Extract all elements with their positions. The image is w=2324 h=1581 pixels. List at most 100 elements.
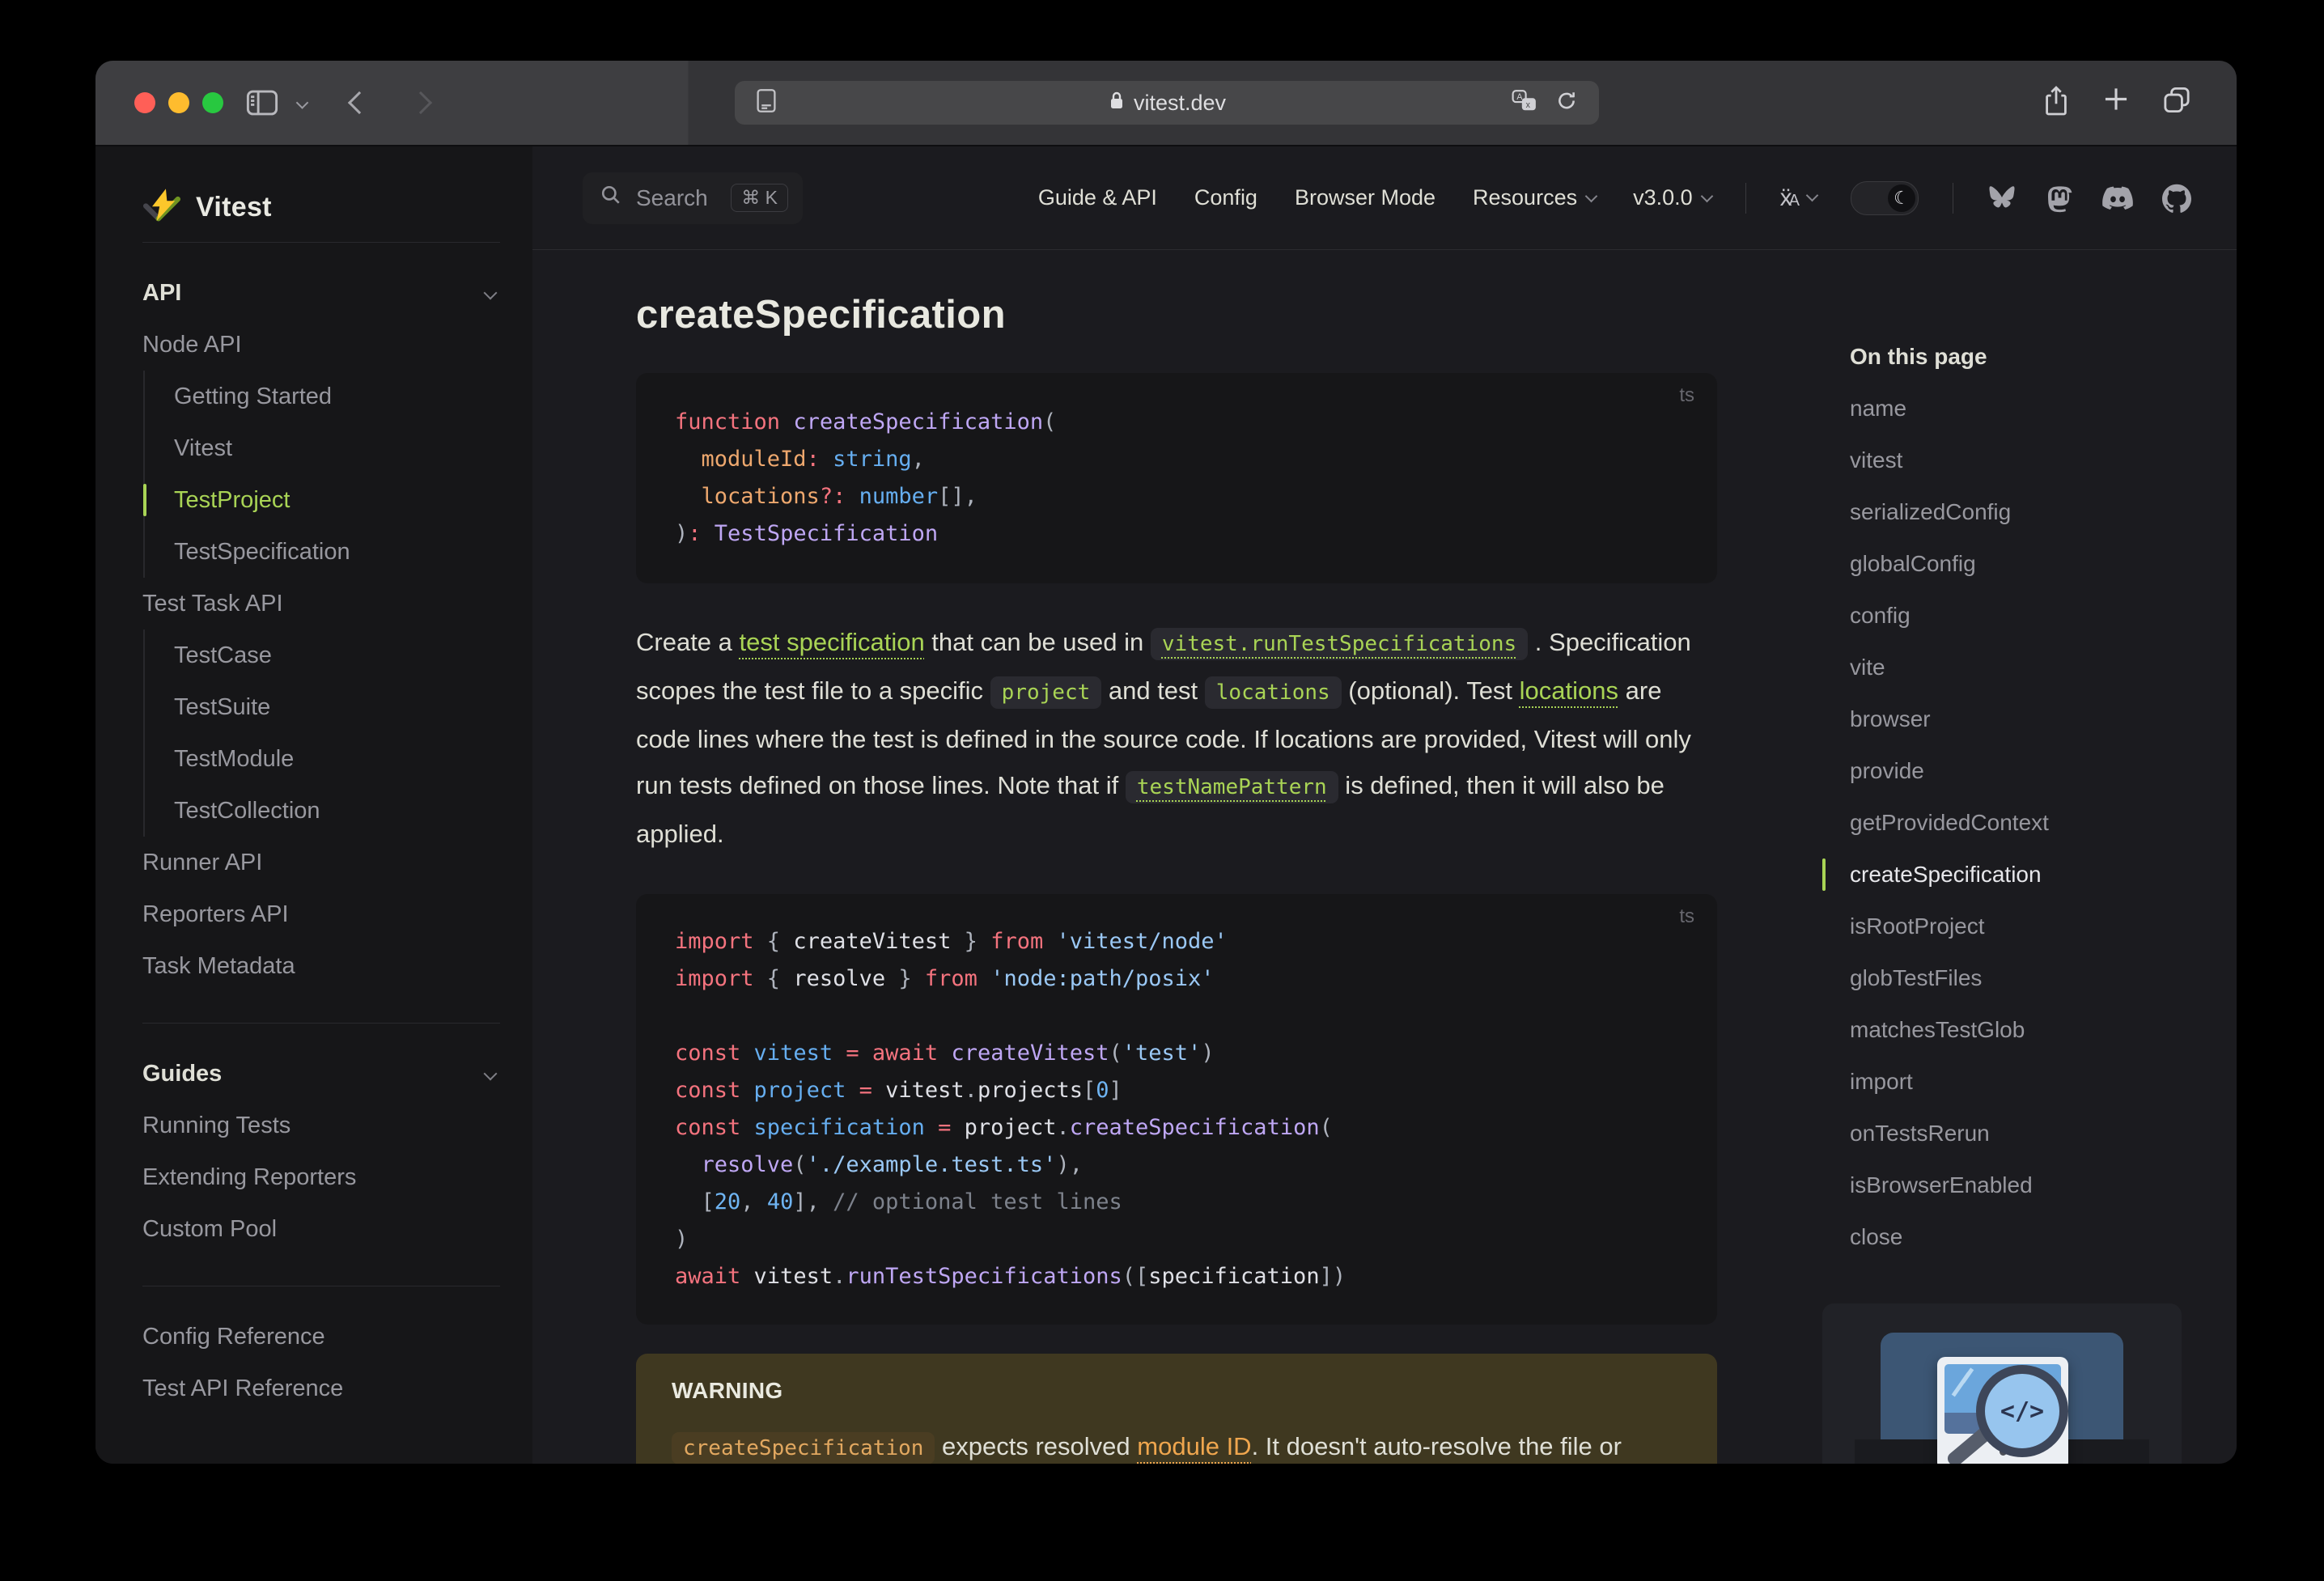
sidebar-item-task-metadata[interactable]: Task Metadata <box>142 940 532 992</box>
sidebar-item-reporters-api[interactable]: Reporters API <box>142 888 532 940</box>
sidebar-toggle-icon[interactable] <box>246 89 278 117</box>
code-lang-label: ts <box>1679 384 1694 406</box>
text-run: and test <box>1101 676 1205 705</box>
sidebar-item-testsuite[interactable]: TestSuite <box>143 681 532 733</box>
sidebar-item-testcase[interactable]: TestCase <box>143 629 532 681</box>
outline-item-vitest[interactable]: vitest <box>1822 434 2188 486</box>
sidebar-item-getting-started[interactable]: Getting Started <box>143 371 532 422</box>
sidebar-item-test-api-reference[interactable]: Test API Reference <box>142 1363 532 1414</box>
nav-item-label: Guide & API <box>1037 185 1157 210</box>
outline-item-config[interactable]: config <box>1822 590 2188 642</box>
mastodon-icon[interactable] <box>2046 184 2073 213</box>
outline-item-close[interactable]: close <box>1822 1211 2188 1263</box>
browser-window: vitest.dev A x Vitest API Node API Getti… <box>95 61 2237 1464</box>
outline-item-import[interactable]: import <box>1822 1056 2188 1108</box>
vitest-logo[interactable]: Vitest <box>142 179 532 235</box>
sidebar-section-api[interactable]: API <box>142 267 532 319</box>
sidebar-item-testproject[interactable]: TestProject <box>143 474 532 526</box>
sidebar-item-testspecification[interactable]: TestSpecification <box>143 526 532 578</box>
nav-item-config[interactable]: Config <box>1194 185 1257 210</box>
dark-mode-toggle[interactable]: ☾ <box>1851 180 1919 215</box>
sidebar-chevron-icon[interactable] <box>295 96 309 109</box>
inline-link[interactable]: module ID <box>1137 1432 1251 1460</box>
code-line: moduleId: string, <box>701 447 925 472</box>
inline-code[interactable]: locations <box>1204 676 1342 709</box>
browser-toolbar: vitest.dev A x <box>95 61 2237 145</box>
outline-item-isbrowserenabled[interactable]: isBrowserEnabled <box>1822 1159 2188 1211</box>
sidebar-item-node-api[interactable]: Node API <box>142 319 532 371</box>
sidebar-item-extending-reporters[interactable]: Extending Reporters <box>142 1151 532 1203</box>
outline-items: name vitest serializedConfig globalConfig co… <box>1822 383 2188 1263</box>
text-run: (optional). Test <box>1341 676 1520 705</box>
github-icon[interactable] <box>2162 184 2191 213</box>
outline-item-getprovidedcontext[interactable]: getProvidedContext <box>1822 797 2188 849</box>
discord-icon[interactable] <box>2102 185 2133 210</box>
sidebar-item-testmodule[interactable]: TestModule <box>143 733 532 785</box>
lock-icon <box>1108 90 1126 117</box>
inline-link[interactable]: vitest.runTestSpecifications <box>1150 628 1529 660</box>
sidebar-item-test-task-api[interactable]: Test Task API <box>142 578 532 629</box>
close-window-button[interactable] <box>134 92 155 113</box>
text-run: that can be used in <box>924 628 1151 656</box>
nav-item-guide-api[interactable]: Guide & API <box>1038 185 1157 210</box>
inline-code[interactable]: createSpecification <box>672 1432 935 1464</box>
magnifier-code-icon: </> <box>1976 1365 2068 1457</box>
outline-item-vite[interactable]: vite <box>1822 642 2188 693</box>
search-shortcut: ⌘ K <box>731 184 788 212</box>
outline-item-name[interactable]: name <box>1822 383 2188 434</box>
doc-sidebar: Vitest API Node API Getting Started Vitest T… <box>95 146 532 1464</box>
outline-item-globtestfiles[interactable]: globTestFiles <box>1822 952 2188 1004</box>
minimize-window-button[interactable] <box>168 92 189 113</box>
nav-item-label: v3.0.0 <box>1633 185 1693 210</box>
back-icon[interactable] <box>347 91 371 115</box>
code-line: import { resolve } from 'node:path/posix… <box>675 966 1215 991</box>
search-button[interactable]: Search ⌘ K <box>583 172 803 224</box>
sidebar-item-running-tests[interactable]: Running Tests <box>142 1100 532 1151</box>
nav-item-v3-0-0[interactable]: v3.0.0 <box>1633 185 1713 210</box>
nav-item-browser-mode[interactable]: Browser Mode <box>1295 185 1436 210</box>
sidebar-item-custom-pool[interactable]: Custom Pool <box>142 1203 532 1255</box>
inline-link[interactable]: test specification <box>740 628 925 656</box>
address-bar[interactable]: vitest.dev A x <box>735 81 1599 125</box>
tab-overview-icon[interactable] <box>2162 86 2191 121</box>
sidebar-section-guides[interactable]: Guides <box>142 1048 532 1100</box>
outline-item-createspecification[interactable]: createSpecification <box>1822 849 2188 901</box>
outline-item-globalconfig[interactable]: globalConfig <box>1822 538 2188 590</box>
outline-item-browser[interactable]: browser <box>1822 693 2188 745</box>
sidebar-item-runner-api[interactable]: Runner API <box>142 837 532 888</box>
chevron-down-icon <box>483 286 498 300</box>
reload-icon[interactable] <box>1555 89 1578 117</box>
sidebar-item-config-reference[interactable]: Config Reference <box>142 1311 532 1363</box>
sidebar-section-label: API <box>142 279 182 306</box>
divider <box>142 1023 500 1024</box>
sidebar-item-vitest[interactable]: Vitest <box>143 422 532 474</box>
forward-icon[interactable] <box>409 91 433 115</box>
code-lang-label: ts <box>1679 905 1694 927</box>
sidebar-item-testcollection[interactable]: TestCollection <box>143 785 532 837</box>
zoom-window-button[interactable] <box>202 92 223 113</box>
nav-item-label: Config <box>1194 185 1257 210</box>
share-icon[interactable] <box>2042 86 2070 121</box>
inline-link[interactable]: testNamePattern <box>1125 771 1338 803</box>
text-run: expects resolved <box>935 1432 1138 1460</box>
nav-item-resources[interactable]: Resources <box>1473 185 1598 210</box>
code-lines[interactable]: import { createVitest } from 'vitest/nod… <box>675 923 1678 1295</box>
outline-item-provide[interactable]: provide <box>1822 745 2188 797</box>
code-lines[interactable]: function createSpecification( moduleId: … <box>675 404 1678 553</box>
inline-link[interactable]: locations <box>1520 676 1618 705</box>
code-line: import { createVitest } from 'vitest/nod… <box>675 929 1228 954</box>
code-line: locations?: number[], <box>701 484 978 509</box>
outline-title: On this page <box>1850 344 1987 369</box>
outline-item-ontestsrerun[interactable]: onTestsRerun <box>1822 1108 2188 1159</box>
outline-item-serializedconfig[interactable]: serializedConfig <box>1822 486 2188 538</box>
outline-item-isrootproject[interactable]: isRootProject <box>1822 901 2188 952</box>
translate-icon[interactable]: A x <box>1512 89 1537 117</box>
new-tab-icon[interactable] <box>2102 86 2130 121</box>
bluesky-icon[interactable] <box>1987 185 2017 211</box>
code-line: const vitest = await createVitest('test'… <box>675 1041 1215 1066</box>
outline-item-matchestestglob[interactable]: matchesTestGlob <box>1822 1004 2188 1056</box>
language-button[interactable]: ẍA <box>1780 184 1819 212</box>
inline-code[interactable]: project <box>990 676 1102 709</box>
code-line: function createSpecification( <box>675 409 1057 434</box>
ad-card[interactable]: </> <box>1822 1303 2182 1464</box>
